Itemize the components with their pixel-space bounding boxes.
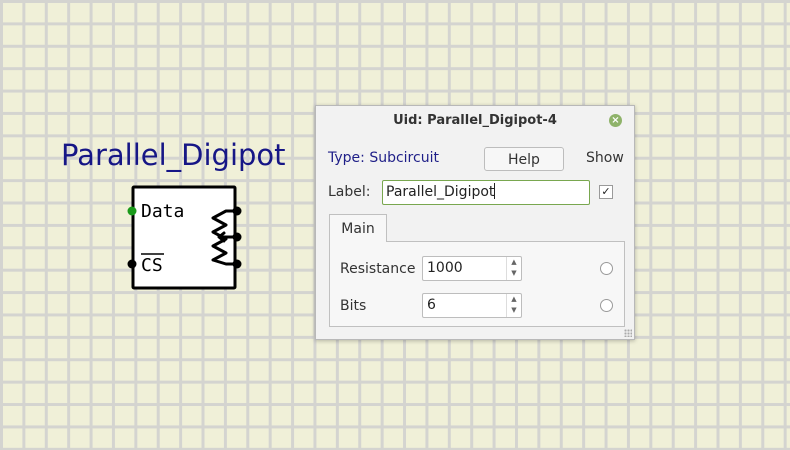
text-caret [494,183,496,199]
component-title: Parallel_Digipot [61,138,286,172]
label-input-value: Parallel_Digipot [386,184,495,200]
label-input[interactable]: Parallel_Digipot [382,180,590,205]
bits-label: Bits [340,298,367,314]
bits-show-radio[interactable] [600,299,613,312]
component-symbol[interactable]: Data CS [120,180,250,295]
resize-grip-icon[interactable] [624,329,632,337]
bits-value: 6 [427,297,436,313]
pin-cs-label: CS [141,255,163,276]
resistance-spinbox[interactable]: 1000 ▲ ▼ [422,256,522,281]
pin-data-label: Data [141,201,184,222]
help-button[interactable]: Help [484,147,564,171]
properties-dialog: Uid: Parallel_Digipot-4 × Type: Subcircu… [315,105,635,340]
tab-main[interactable]: Main [329,214,387,242]
pin-data[interactable] [127,206,137,216]
dialog-titlebar[interactable]: Uid: Parallel_Digipot-4 [316,106,634,136]
chevron-up-icon[interactable]: ▲ [507,294,521,305]
tab-panel-main: Resistance 1000 ▲ ▼ Bits 6 ▲ ▼ [329,241,625,327]
close-icon[interactable]: × [609,114,622,127]
resistance-label: Resistance [340,261,416,277]
chevron-down-icon[interactable]: ▼ [507,305,521,316]
label-caption: Label: [328,184,371,200]
pin-cs[interactable] [127,259,137,269]
type-label: Type: Subcircuit [328,150,439,166]
show-column-label: Show [586,150,624,166]
bits-spinbox[interactable]: 6 ▲ ▼ [422,293,522,318]
resistance-show-radio[interactable] [600,262,613,275]
chevron-up-icon[interactable]: ▲ [507,257,521,268]
show-label-checkbox[interactable]: ✓ [599,185,613,199]
check-icon: ✓ [601,185,611,198]
resistance-value: 1000 [427,260,463,276]
chevron-down-icon[interactable]: ▼ [507,268,521,279]
